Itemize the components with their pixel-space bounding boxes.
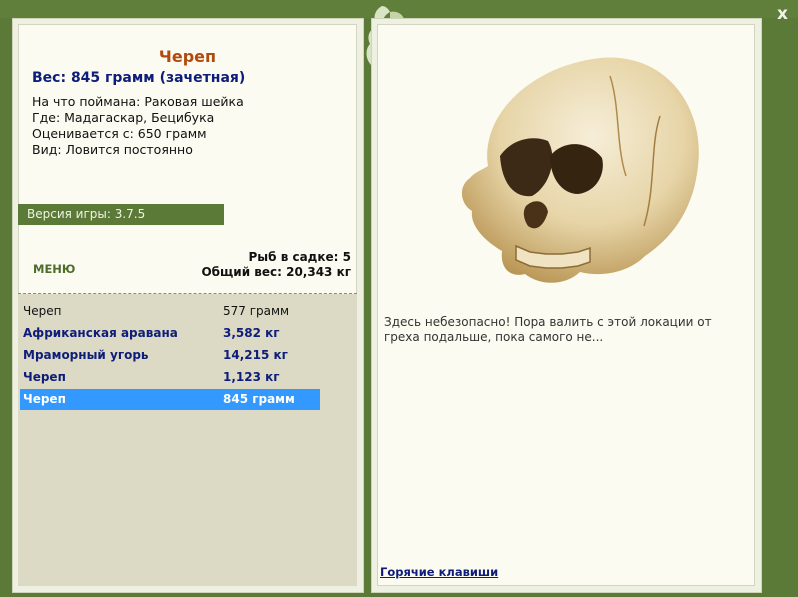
catch-weight: 577 грамм (223, 304, 290, 318)
catch-name: Череп (23, 370, 66, 384)
fish-weight: Вес: 845 грамм (зачетная) (32, 70, 246, 86)
close-button[interactable]: x (777, 4, 788, 24)
fish-kind: Вид: Ловится постоянно (32, 142, 193, 157)
menu-button[interactable]: МЕНЮ (33, 262, 75, 276)
location-warning-message: Здесь небезопасно! Пора валить с этой ло… (384, 315, 712, 344)
keepnet-total-weight: Общий вес: 20,343 кг (201, 265, 351, 279)
catch-row[interactable]: Череп 577 грамм (20, 301, 320, 322)
game-version: Версия игры: 3.7.5 (18, 204, 224, 225)
catch-name: Череп (23, 304, 62, 318)
catch-name: Мраморный угорь (23, 348, 149, 362)
fish-bait: На что поймана: Раковая шейка (32, 94, 244, 109)
fish-name: Череп (158, 47, 217, 66)
skull-image (461, 57, 699, 283)
catch-name: Африканская аравана (23, 326, 178, 340)
catch-weight: 1,123 кг (223, 370, 280, 384)
catch-weight: 3,582 кг (223, 326, 280, 340)
keepnet-count: Рыб в садке: 5 (248, 250, 352, 264)
fish-valued-from: Оценивается с: 650 грамм (32, 126, 207, 141)
catch-row[interactable]: Череп 1,123 кг (20, 367, 320, 388)
catch-weight: 14,215 кг (223, 348, 288, 362)
catch-row-selected[interactable]: Череп 845 грамм (20, 389, 320, 410)
fish-location: Где: Мадагаскар, Бецибука (32, 110, 215, 125)
catch-name: Череп (23, 392, 66, 406)
catch-weight: 845 грамм (223, 392, 295, 406)
catch-row[interactable]: Африканская аравана 3,582 кг (20, 323, 320, 344)
catch-row[interactable]: Мраморный угорь 14,215 кг (20, 345, 320, 366)
hotkeys-link[interactable]: Горячие клавиши (380, 565, 498, 579)
